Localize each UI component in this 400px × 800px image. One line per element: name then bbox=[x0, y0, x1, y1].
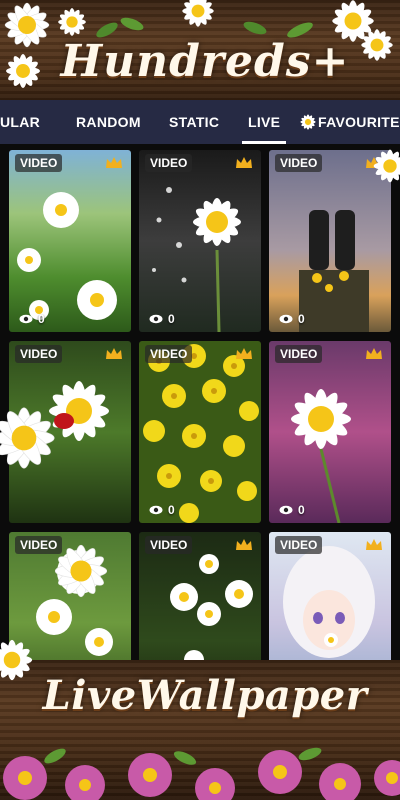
eye-icon bbox=[279, 314, 293, 324]
view-count-value: 0 bbox=[298, 312, 305, 326]
view-count: 0 bbox=[19, 312, 45, 326]
wallpaper-card[interactable]: VIDEO bbox=[9, 341, 131, 523]
daisy-single-image bbox=[152, 187, 241, 332]
ladybug-daisy-image bbox=[49, 381, 109, 441]
yellow-flowers-image bbox=[143, 344, 259, 523]
video-badge: VIDEO bbox=[275, 345, 323, 363]
tab-label: LIVE bbox=[248, 114, 281, 130]
tab-label: STATIC bbox=[169, 114, 220, 130]
video-badge: VIDEO bbox=[275, 154, 323, 172]
category-tab-bar: ULAR RANDOM STATIC LIVE FAVOURITE bbox=[0, 100, 400, 144]
crown-icon bbox=[236, 539, 252, 550]
daisy-field-image bbox=[17, 192, 117, 320]
daisy-decoration-icon bbox=[182, 0, 214, 27]
crown-icon bbox=[106, 348, 122, 359]
video-badge: VIDEO bbox=[15, 536, 63, 554]
tab-random[interactable]: RANDOM bbox=[76, 100, 141, 144]
eye-icon bbox=[149, 314, 163, 324]
footer-title: LiveWallpaper bbox=[42, 672, 368, 719]
crown-icon bbox=[366, 157, 382, 168]
view-count-value: 0 bbox=[298, 503, 305, 517]
daisy-pink-image bbox=[291, 389, 351, 523]
view-count: 0 bbox=[279, 312, 305, 326]
wallpaper-card[interactable]: VIDEO 0 bbox=[269, 150, 391, 332]
tab-label: FAVOURITE bbox=[318, 114, 400, 130]
video-badge: VIDEO bbox=[15, 154, 63, 172]
eye-icon bbox=[149, 505, 163, 515]
top-banner: Hundreds+ bbox=[0, 0, 400, 108]
view-count: 0 bbox=[149, 312, 175, 326]
view-count-value: 0 bbox=[168, 312, 175, 326]
boots-daisies-image bbox=[299, 210, 369, 332]
tab-favourite[interactable]: FAVOURITE bbox=[318, 100, 400, 144]
wallpaper-card[interactable]: VIDEO 0 bbox=[269, 341, 391, 523]
daisy-decoration-icon bbox=[300, 114, 316, 130]
view-count-value: 0 bbox=[38, 312, 45, 326]
video-badge: VIDEO bbox=[145, 536, 193, 554]
tab-live[interactable]: LIVE bbox=[241, 100, 287, 144]
wallpaper-card[interactable]: VIDEO 0 bbox=[139, 341, 261, 523]
crown-icon bbox=[236, 348, 252, 359]
wallpaper-card[interactable]: VIDEO 0 bbox=[9, 150, 131, 332]
crown-icon bbox=[366, 348, 382, 359]
video-badge: VIDEO bbox=[275, 536, 323, 554]
video-badge: VIDEO bbox=[15, 345, 63, 363]
wallpaper-grid: VIDEO 0 VIDEO 0 VIDEO 0 VIDEO VIDEO 0 VI… bbox=[0, 150, 400, 714]
tab-label: ULAR bbox=[0, 114, 41, 130]
view-count: 0 bbox=[279, 503, 305, 517]
view-count: 0 bbox=[149, 503, 175, 517]
crown-icon bbox=[366, 539, 382, 550]
video-badge: VIDEO bbox=[145, 154, 193, 172]
tab-label: RANDOM bbox=[76, 114, 141, 130]
tab-popular[interactable]: ULAR bbox=[0, 100, 40, 144]
banner-title: Hundreds+ bbox=[60, 36, 350, 87]
tab-static[interactable]: STATIC bbox=[169, 100, 219, 144]
view-count-value: 0 bbox=[168, 503, 175, 517]
eye-icon bbox=[19, 314, 33, 324]
wallpaper-card[interactable]: VIDEO 0 bbox=[139, 150, 261, 332]
video-badge: VIDEO bbox=[145, 345, 193, 363]
crown-icon bbox=[106, 157, 122, 168]
eye-icon bbox=[279, 505, 293, 515]
crown-icon bbox=[236, 157, 252, 168]
